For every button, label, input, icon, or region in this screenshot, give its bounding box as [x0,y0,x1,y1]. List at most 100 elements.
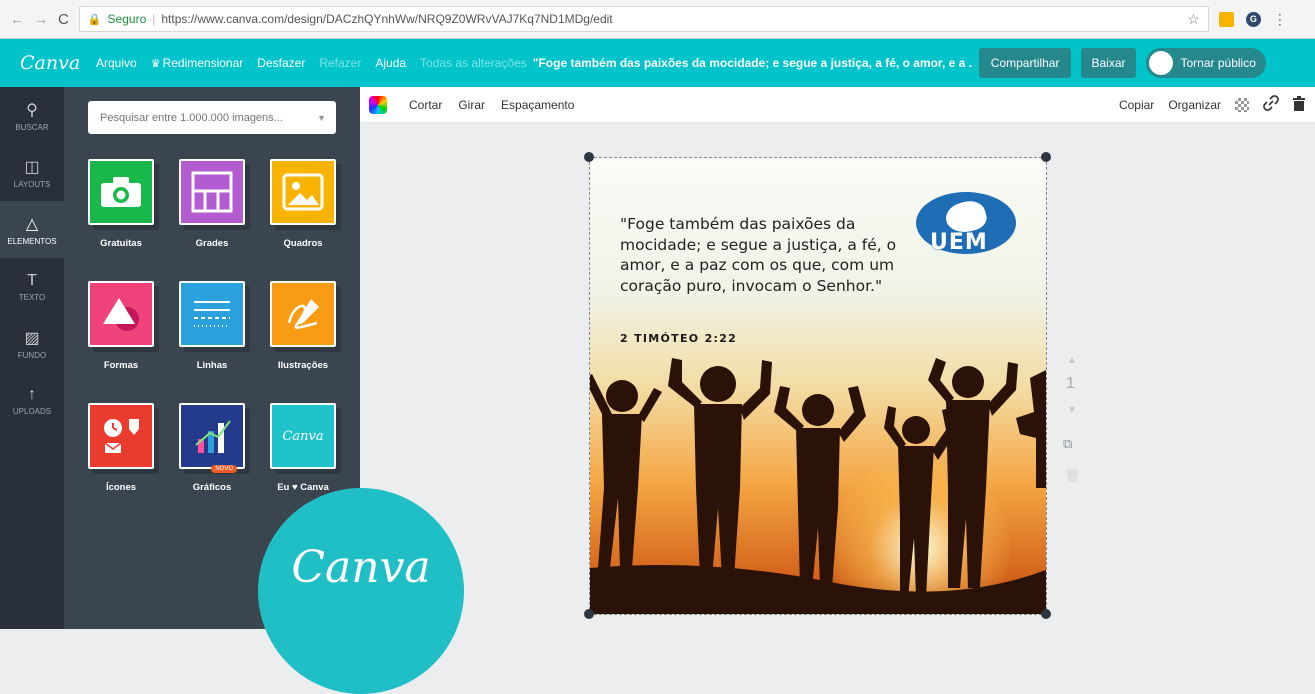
browser-menu-icon[interactable]: ⋮ [1273,11,1287,28]
canva-logo[interactable]: Canva [20,52,82,74]
tile-shapes[interactable]: Formas [88,281,154,371]
rail-label: ELEMENTOS [7,236,57,246]
link-icon[interactable] [1263,95,1279,114]
new-badge: NOVO [211,465,237,473]
tile-free[interactable]: Gratuitas [88,159,154,249]
extension-icon[interactable] [1218,11,1234,27]
tile-frames[interactable]: Quadros [270,159,336,249]
reload-icon[interactable]: C [58,11,69,28]
address-bar[interactable]: 🔒 Seguro | https://www.canva.com/design/… [78,6,1209,32]
rail-label: FUNDO [17,350,47,360]
rail-background[interactable]: ▨ FUNDO [0,315,64,372]
address-separator: | [152,12,156,26]
mini-logo-text: Canva [282,428,324,444]
menu-help[interactable]: Ajuda [375,56,406,70]
crop-button[interactable]: Cortar [409,98,442,112]
tile-label: Grades [195,238,229,249]
top-menu: Arquivo ♛ Redimensionar Desfazer Refazer … [96,56,527,70]
color-picker-icon[interactable] [369,95,387,114]
forward-icon[interactable]: → [34,11,48,27]
menu-undo[interactable]: Desfazer [257,56,305,70]
make-public-toggle[interactable]: Tornar público [1145,48,1266,78]
security-label: Seguro [107,12,147,26]
canva-toolbar: Canva Arquivo ♛ Redimensionar Desfazer Re… [0,39,1315,87]
rail-text[interactable]: T TEXTO [0,258,64,315]
grid-icon [179,159,245,225]
back-icon[interactable]: ← [10,11,24,27]
image-search[interactable]: ▼ [88,101,336,134]
tile-label: Linhas [196,360,228,371]
lines-icon [179,281,245,347]
rail-label: TEXTO [18,292,46,302]
frame-icon [270,159,336,225]
elements-icon: △ [25,215,39,233]
copy-button[interactable]: Copiar [1119,98,1154,112]
left-rail: ⚲ BUSCAR ◫ LAYOUTS △ ELEMENTOS T TEXTO ▨ FUND… [0,87,64,629]
lock-icon: 🔒 [87,13,102,26]
document-title[interactable]: "Foge também das paixões da mocidade; e … [533,56,973,70]
spacing-button[interactable]: Espaçamento [501,98,574,112]
transparency-icon[interactable] [1235,97,1249,112]
make-public-label: Tornar público [1180,56,1256,70]
chart-icon: NOVO [179,403,245,473]
image-tools: Cortar Girar Espaçamento [409,98,574,112]
share-button[interactable]: Compartilhar [978,48,1072,78]
menu-redo[interactable]: Refazer [319,56,361,70]
tile-icons[interactable]: Ícones [88,403,154,493]
tile-label: Ilustrações [277,360,329,371]
resize-handle-bottom-right[interactable] [1041,609,1051,619]
browser-extensions: G ⋮ [1218,11,1299,28]
selection-frame [589,157,1047,615]
profile-icon[interactable]: G [1245,11,1261,27]
layouts-icon: ◫ [24,158,40,176]
canva-badge: Canva [258,488,464,694]
rail-layouts[interactable]: ◫ LAYOUTS [0,144,64,201]
rail-elements[interactable]: △ ELEMENTOS [0,201,64,258]
background-icon: ▨ [24,329,40,347]
menu-resize[interactable]: ♛ Redimensionar [151,56,244,70]
canva-mini-logo: Canva [270,403,336,469]
page-down-icon[interactable]: ▼ [1064,404,1080,416]
star-icon[interactable]: ☆ [1187,11,1200,28]
trash-icon[interactable] [1293,95,1305,114]
save-status: Todas as alterações [420,56,527,70]
tile-label: Gratuitas [100,238,142,249]
download-button[interactable]: Baixar [1081,48,1136,78]
crown-icon: ♛ [150,58,161,70]
tile-label: Gráficos [192,482,232,493]
upload-icon: ↑ [28,385,36,403]
shapes-icon [88,281,154,347]
resize-handle-bottom-left[interactable] [584,609,594,619]
tile-charts[interactable]: NOVO Gráficos [179,403,245,493]
page-up-icon[interactable]: ▲ [1064,354,1080,366]
rail-label: BUSCAR [15,122,49,132]
tile-label: Eu ♥ Canva [277,482,329,493]
tile-grids[interactable]: Grades [179,159,245,249]
editor-toolbar: Cortar Girar Espaçamento Copiar Organiza… [360,87,1315,123]
menu-resize-label: Redimensionar [162,56,244,70]
tile-illustrations[interactable]: Ilustrações [270,281,336,371]
url-text[interactable]: https://www.canva.com/design/DACzhQYnhWw… [161,12,612,26]
browser-nav: ← → C [0,11,69,28]
rail-uploads[interactable]: ↑ UPLOADS [0,372,64,429]
arrange-button[interactable]: Organizar [1168,98,1221,112]
badge-text: Canva [291,542,431,593]
tile-love-canva[interactable]: Canva Eu ♥ Canva [270,403,336,493]
menu-file[interactable]: Arquivo [96,56,137,70]
rail-search[interactable]: ⚲ BUSCAR [0,87,64,144]
resize-handle-top-right[interactable] [1041,152,1051,162]
tile-label: Formas [103,360,139,371]
page-number: 1 [1066,375,1075,392]
search-icon: ⚲ [26,101,38,119]
arrange-tools: Copiar Organizar [1119,95,1315,114]
duplicate-page-icon[interactable]: ⧉ [1063,436,1072,452]
resize-handle-top-left[interactable] [584,152,594,162]
rail-label: UPLOADS [12,406,52,416]
illustration-icon [270,281,336,347]
element-tiles: Gratuitas Grades Quadros Formas Linhas I… [88,159,348,493]
tile-lines[interactable]: Linhas [179,281,245,371]
search-input[interactable] [98,110,318,125]
chevron-down-icon[interactable]: ▼ [317,113,326,123]
delete-page-icon[interactable]: 🗑 [1064,468,1081,484]
flip-button[interactable]: Girar [458,98,485,112]
